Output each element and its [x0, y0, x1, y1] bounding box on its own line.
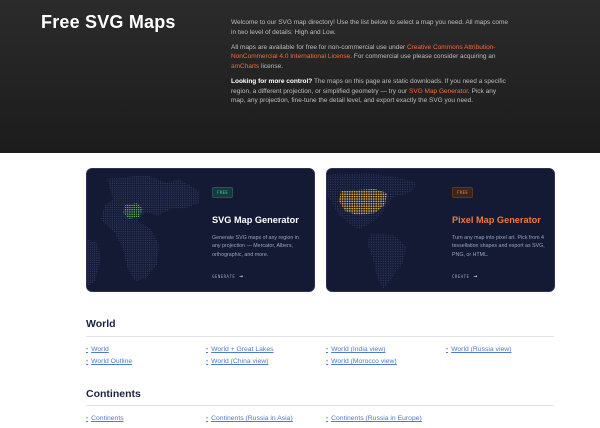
- intro-paragraph: Welcome to our SVG map directory! Use th…: [231, 19, 508, 36]
- card-description: Generate SVG maps of any region in any p…: [212, 235, 299, 258]
- map-link-world-india[interactable]: • World (India view): [326, 346, 385, 353]
- map-link-label: World (India view): [331, 346, 386, 353]
- control-paragraph: Looking for more control? The maps on th…: [231, 77, 509, 106]
- card-title: Pixel Map Generator: [452, 215, 541, 225]
- card-description: Turn any map into pixel art. Pick from 4…: [452, 235, 545, 258]
- map-link-label: World + Great Lakes: [211, 346, 274, 353]
- map-link-label: World (Russia view): [451, 346, 512, 353]
- cta-label: GENERATE: [212, 274, 236, 279]
- license-text-a: All maps are available for free for non-…: [231, 43, 407, 51]
- control-heading: Looking for more control?: [231, 77, 313, 85]
- world-section-title: World: [86, 318, 116, 330]
- map-link-world-outline[interactable]: • World Outline: [86, 358, 132, 365]
- map-link-label: Continents (Russia in Europe): [331, 415, 422, 422]
- bullet-icon: •: [206, 359, 209, 365]
- map-link-world-china[interactable]: • World (China view): [206, 358, 268, 365]
- continents-section-title: Continents: [86, 388, 141, 400]
- map-link-world-morocco[interactable]: • World (Morocco view): [326, 358, 397, 365]
- map-link-continents-russia-europe[interactable]: • Continents (Russia in Europe): [326, 415, 422, 422]
- license-paragraph: All maps are available for free for non-…: [231, 43, 509, 72]
- section-divider: [86, 405, 554, 406]
- map-link-label: Continents (Russia in Asia): [211, 415, 293, 422]
- map-link-world-russia[interactable]: • World (Russia view): [446, 346, 511, 353]
- amcharts-link[interactable]: amCharts: [231, 63, 259, 70]
- hero-banner: Free SVG Maps Welcome to our SVG map dir…: [0, 0, 600, 153]
- card-info: FREE SVG Map Generator Generate SVG maps…: [212, 181, 308, 259]
- page-title: Free SVG Maps: [41, 12, 176, 32]
- bullet-icon: •: [86, 416, 89, 422]
- bullet-icon: •: [86, 359, 89, 365]
- cta-label: CREATE: [452, 274, 470, 279]
- map-link-label: World: [91, 346, 109, 353]
- bullet-icon: •: [206, 347, 209, 353]
- map-link-world-great-lakes[interactable]: • World + Great Lakes: [206, 346, 274, 353]
- free-badge: FREE: [452, 187, 474, 198]
- map-link-continents-russia-asia[interactable]: • Continents (Russia in Asia): [206, 415, 293, 422]
- world-map-illustration: [87, 169, 202, 291]
- bullet-icon: •: [86, 347, 89, 353]
- arrow-right-icon: →: [239, 273, 244, 280]
- map-link-label: World (China view): [211, 358, 269, 365]
- hero-intro: Welcome to our SVG map directory! Use th…: [231, 18, 509, 111]
- bullet-icon: •: [446, 347, 449, 353]
- arrow-right-icon: →: [473, 273, 478, 280]
- bullet-icon: •: [326, 347, 329, 353]
- bullet-icon: •: [206, 416, 209, 422]
- svg-generator-card[interactable]: FREE SVG Map Generator Generate SVG maps…: [86, 168, 315, 292]
- map-link-label: World (Morocco view): [331, 358, 397, 365]
- pixel-generator-card[interactable]: FREE Pixel Map Generator Turn any map in…: [326, 168, 555, 292]
- bullet-icon: •: [326, 359, 329, 365]
- map-link-continents[interactable]: • Continents: [86, 415, 124, 422]
- map-link-world[interactable]: • World: [86, 346, 109, 353]
- license-text-c: license.: [259, 62, 284, 70]
- map-link-label: Continents: [91, 415, 124, 422]
- map-link-label: World Outline: [91, 358, 133, 365]
- card-title: SVG Map Generator: [212, 215, 299, 225]
- bullet-icon: •: [326, 416, 329, 422]
- generator-link[interactable]: SVG Map Generator: [409, 88, 468, 95]
- pixel-map-illustration: [327, 169, 442, 291]
- generate-button[interactable]: GENERATE →: [212, 273, 243, 280]
- license-text-b: . For commercial use please consider acq…: [350, 53, 496, 61]
- card-info: FREE Pixel Map Generator Turn any map in…: [452, 181, 548, 259]
- section-divider: [86, 336, 554, 337]
- free-badge: FREE: [212, 187, 234, 198]
- create-button[interactable]: CREATE →: [452, 273, 478, 280]
